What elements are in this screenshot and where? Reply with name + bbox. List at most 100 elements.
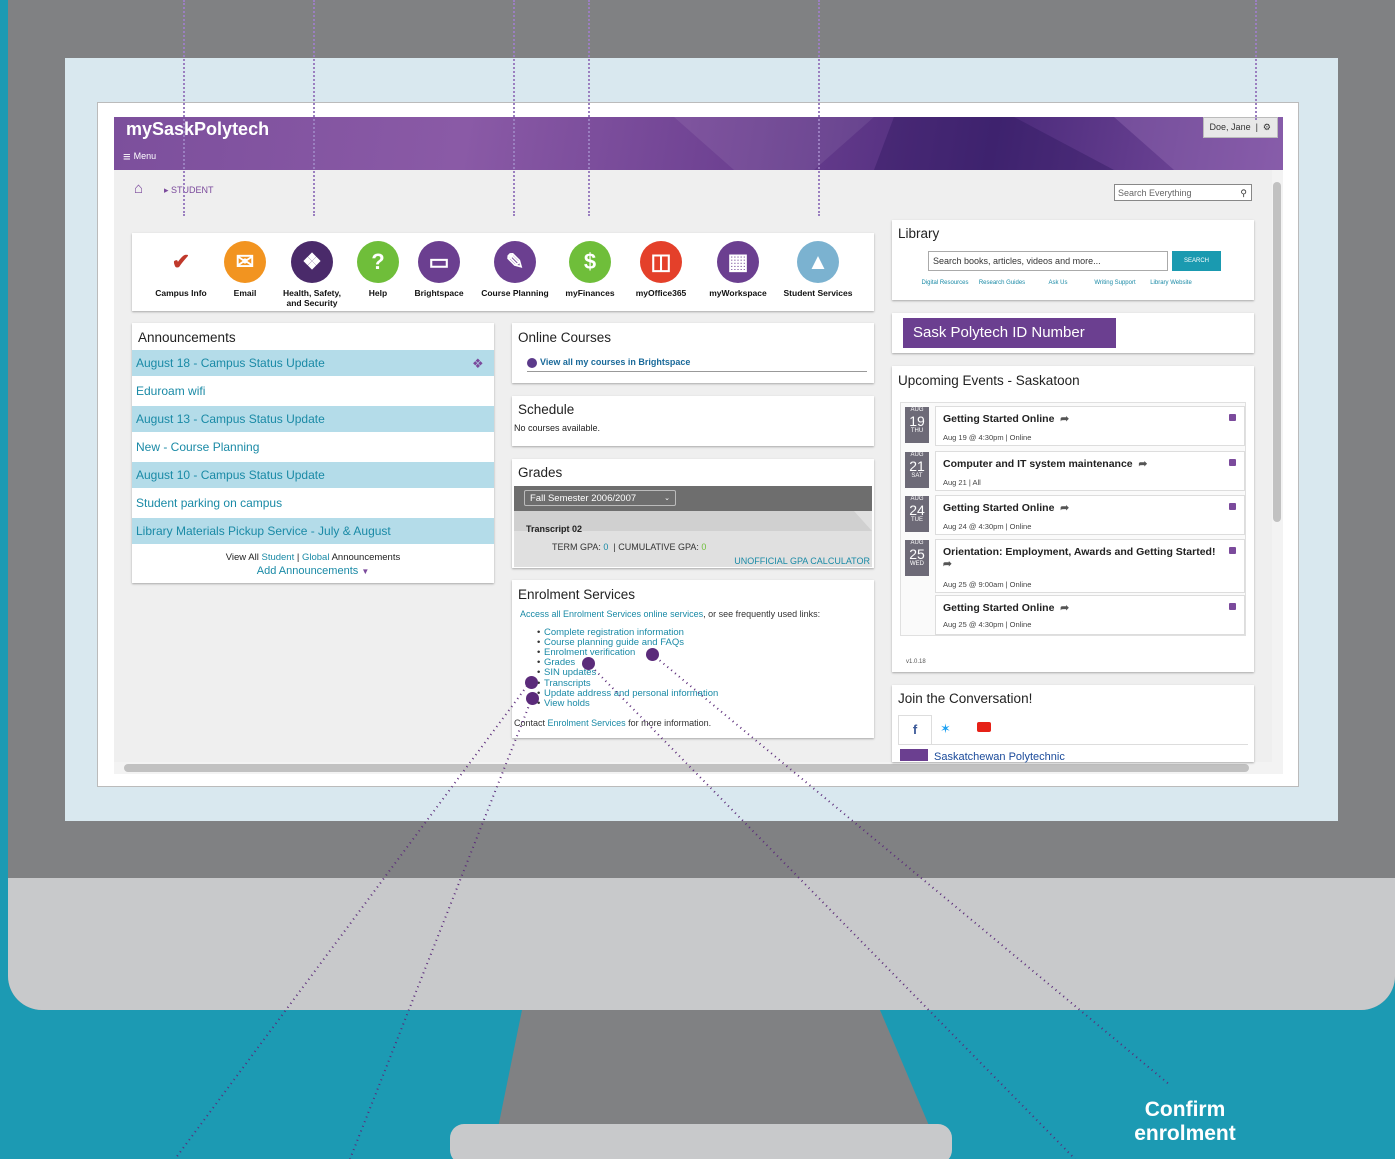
event-title[interactable]: Computer and IT system maintenance ➦ — [943, 458, 1147, 470]
announcements-label: Announcements — [331, 552, 401, 563]
megaphone-icon: ❖ — [472, 356, 484, 371]
library-link-digital-resources[interactable]: Digital Resources — [920, 280, 970, 287]
quicklink-label: Health, Safety, and Security — [283, 288, 341, 308]
home-icon[interactable]: ⌂ — [134, 180, 143, 197]
horizontal-scrollbar[interactable] — [114, 762, 1283, 774]
quicklink-label: Email — [233, 288, 257, 298]
event-title[interactable]: Orientation: Employment, Awards and Gett… — [943, 546, 1215, 570]
add-event-icon[interactable] — [1229, 503, 1236, 510]
announcement-item[interactable]: Eduroam wifi — [132, 378, 494, 404]
grades-title: Grades — [518, 465, 563, 480]
callout-dot — [526, 692, 539, 705]
event-card[interactable]: Getting Started Online ➦ Aug 25 @ 4:30pm … — [935, 595, 1245, 635]
grades-panel: Grades Fall Semester 2006/2007 ⌄ Transcri… — [512, 459, 874, 568]
announcement-item[interactable]: August 13 - Campus Status Update — [132, 406, 494, 432]
term-gpa-value: 0 — [603, 542, 609, 552]
announcement-item[interactable]: Library Materials Pickup Service - July … — [132, 518, 494, 544]
breadcrumb[interactable]: ▸ STUDENT — [164, 185, 214, 196]
quicklink-email[interactable]: ✉ Email — [208, 241, 282, 299]
quicklink-myfinances[interactable]: $ myFinances — [553, 241, 627, 299]
view-all-label: View All — [225, 552, 259, 563]
site-brand[interactable]: mySaskPolytech — [126, 119, 269, 140]
callout-line — [818, 0, 820, 216]
event-card[interactable]: Getting Started Online ➦ Aug 19 @ 4:30pm … — [935, 406, 1245, 446]
event-date-badge: AUG 19 THU — [905, 407, 929, 443]
event-title[interactable]: Getting Started Online ➦ — [943, 602, 1069, 614]
announcement-item[interactable]: Student parking on campus — [132, 490, 494, 516]
global-announcements-link[interactable]: Global — [302, 552, 329, 563]
all-enrolment-services-link[interactable]: Access all Enrolment Services online ser… — [520, 609, 703, 619]
event-card[interactable]: Computer and IT system maintenance ➦ Aug … — [935, 451, 1245, 491]
separator: | — [296, 552, 300, 563]
event-card[interactable]: Orientation: Employment, Awards and Gett… — [935, 539, 1245, 593]
callout-line — [313, 0, 315, 216]
enrolment-intro-text: , or see frequently used links: — [703, 609, 821, 619]
callout-dot — [582, 657, 595, 670]
quicklink-brightspace[interactable]: ▭ Brightspace — [402, 241, 476, 299]
callout-line — [183, 0, 185, 216]
account-link[interactable]: Saskatchewan Polytechnic — [934, 751, 1065, 763]
event-title[interactable]: Getting Started Online ➦ — [943, 502, 1069, 514]
term-gpa-label: TERM GPA: — [552, 542, 601, 552]
hamburger-icon: ≡ — [123, 149, 131, 164]
share-icon[interactable]: ➦ — [1060, 602, 1069, 614]
share-icon[interactable]: ➦ — [1060, 502, 1069, 514]
event-title-text: Getting Started Online — [943, 413, 1055, 425]
library-link-writing-support[interactable]: Writing Support — [1090, 280, 1140, 287]
search-icon[interactable]: ⚲ — [1240, 185, 1247, 202]
transcript-area: Transcript 02 TERM GPA: 0 | CUMULATIVE G… — [514, 511, 872, 567]
quicklink-campus-info[interactable]: ✔ Campus Info — [144, 241, 218, 299]
quicklink-student-services[interactable]: ▲ Student Services — [781, 241, 855, 299]
event-title[interactable]: Getting Started Online ➦ — [943, 413, 1069, 425]
rocket-icon: ▲ — [797, 241, 839, 283]
menu-button[interactable]: ≡ Menu — [123, 149, 156, 164]
announcement-item[interactable]: August 10 - Campus Status Update — [132, 462, 494, 488]
monitor-chin — [8, 878, 1395, 1010]
share-icon[interactable]: ➦ — [943, 558, 952, 570]
breadcrumb-student[interactable]: STUDENT — [171, 185, 214, 195]
user-name: Doe, Jane — [1209, 122, 1251, 132]
quicklink-myoffice365[interactable]: ◫ myOffice365 — [624, 241, 698, 299]
online-courses-title: Online Courses — [518, 330, 612, 345]
event-title-text: Getting Started Online — [943, 602, 1055, 614]
quicklink-course-planning[interactable]: ✎ Course Planning — [478, 241, 552, 299]
add-event-icon[interactable] — [1229, 459, 1236, 466]
people-icon: ✔ — [171, 249, 191, 274]
vertical-scrollbar[interactable] — [1272, 170, 1283, 762]
share-icon[interactable]: ➦ — [1138, 458, 1147, 470]
share-icon[interactable]: ➦ — [1060, 413, 1069, 425]
announcement-item[interactable]: August 18 - Campus Status Update — [132, 350, 494, 376]
quicklink-health-safety[interactable]: ❖ Health, Safety, and Security — [275, 241, 349, 308]
student-announcements-link[interactable]: Student — [261, 552, 294, 563]
gpa-calculator-link[interactable]: UNOFFICIAL GPA CALCULATOR — [734, 556, 870, 566]
event-card[interactable]: Getting Started Online ➦ Aug 24 @ 4:30pm … — [935, 495, 1245, 535]
scrollbar-thumb[interactable] — [124, 764, 1249, 772]
youtube-icon[interactable] — [977, 722, 991, 732]
search-input[interactable]: Search Everything ⚲ — [1114, 184, 1252, 201]
add-event-icon[interactable] — [1229, 414, 1236, 421]
add-event-icon[interactable] — [1229, 547, 1236, 554]
quicklink-myworkspace[interactable]: ▦ myWorkspace — [701, 241, 775, 299]
contact-suffix: for more information. — [628, 718, 712, 728]
semester-select[interactable]: Fall Semester 2006/2007 ⌄ — [524, 490, 676, 506]
library-link-ask-us[interactable]: Ask Us — [1033, 280, 1083, 287]
callout-line-1: Confirm — [1144, 1098, 1226, 1121]
library-link-research-guides[interactable]: Research Guides — [977, 280, 1027, 287]
library-search-button[interactable]: SEARCH — [1172, 251, 1221, 271]
facebook-icon[interactable]: f — [898, 715, 932, 744]
enrolment-link[interactable]: View holds — [537, 698, 590, 709]
add-event-icon[interactable] — [1229, 603, 1236, 610]
library-link-library-website[interactable]: Library Website — [1146, 280, 1196, 287]
add-announcements-button[interactable]: Add Announcements ▼ — [132, 565, 494, 577]
gear-icon[interactable]: ⚙ — [1263, 122, 1271, 132]
id-number-button[interactable]: Sask Polytech ID Number — [903, 318, 1116, 348]
user-menu[interactable]: Doe, Jane | ⚙ — [1202, 117, 1278, 138]
office-icon: ◫ — [640, 241, 682, 283]
brightspace-courses-link[interactable]: View all my courses in Brightspace — [527, 357, 690, 368]
event-title-text: Orientation: Employment, Awards and Gett… — [943, 546, 1216, 558]
twitter-icon[interactable]: ✶ — [940, 721, 951, 737]
announcement-item[interactable]: New - Course Planning — [132, 434, 494, 460]
enrolment-services-contact-link[interactable]: Enrolment Services — [548, 718, 626, 728]
library-search-input[interactable]: Search books, articles, videos and more.… — [928, 251, 1168, 271]
scrollbar-thumb[interactable] — [1273, 182, 1281, 522]
